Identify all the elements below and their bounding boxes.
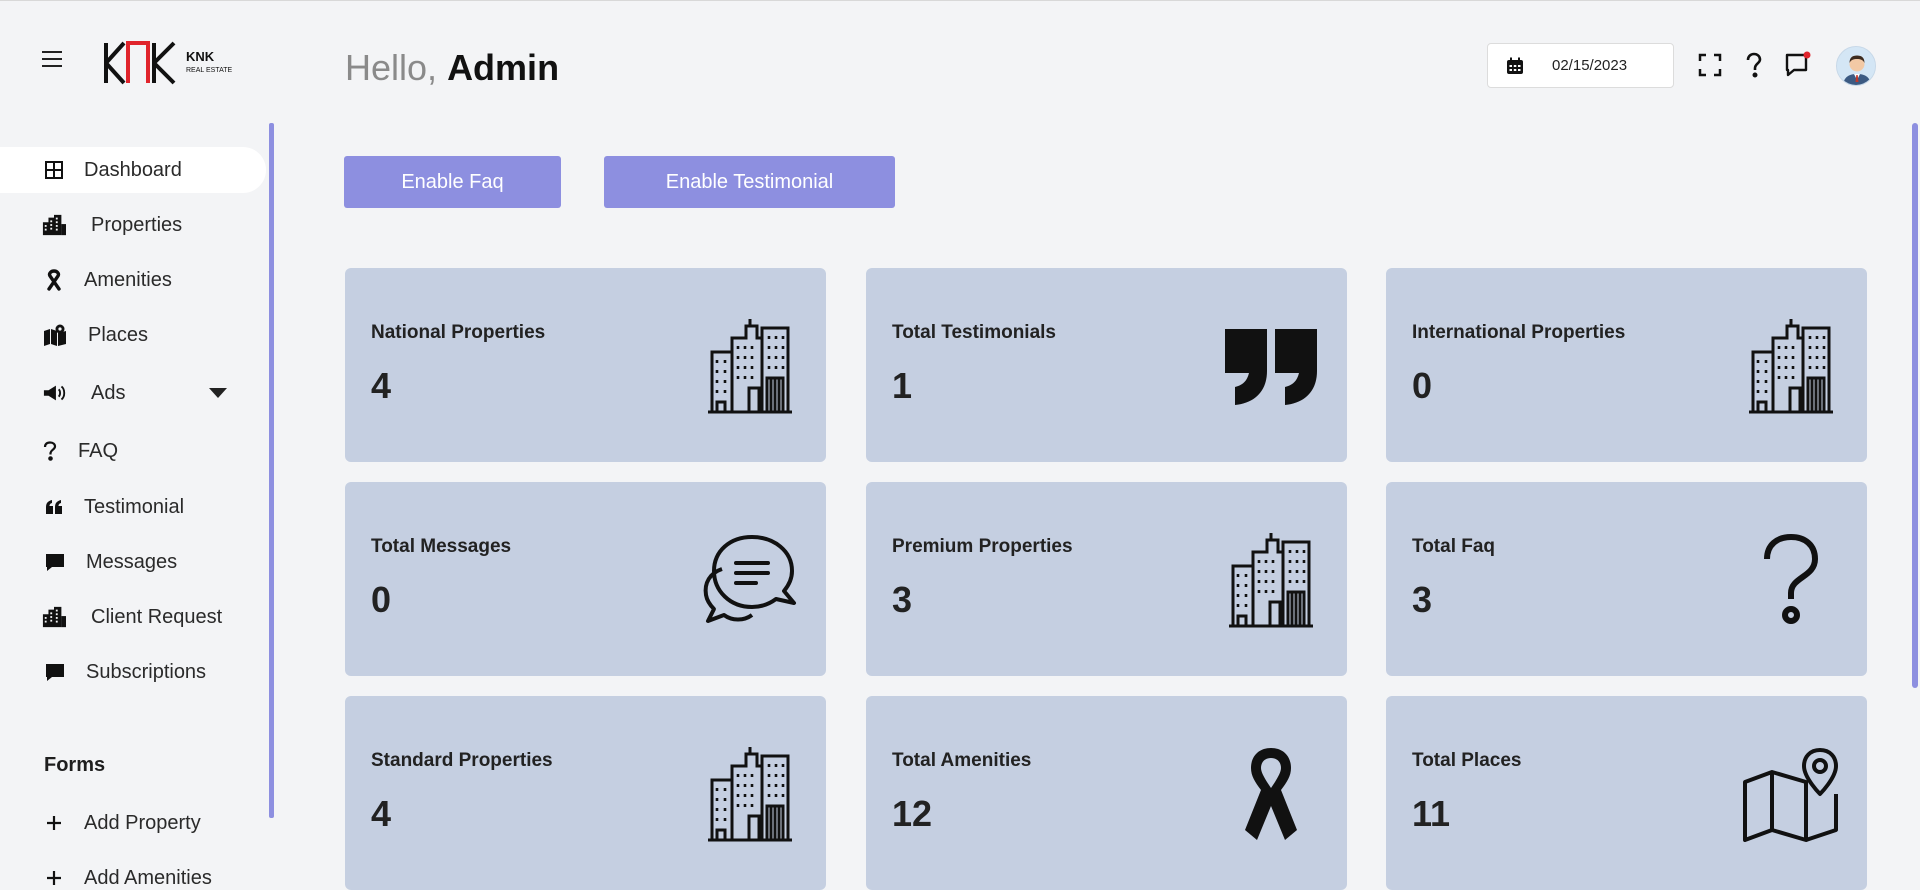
sidebar-item-label: Places [88, 323, 149, 346]
logo[interactable]: KNK REAL ESTATE [104, 39, 248, 87]
card-value: 4 [371, 365, 392, 406]
card-value: 3 [1412, 579, 1433, 620]
calendar-icon [1507, 57, 1523, 74]
card-value: 3 [892, 579, 913, 620]
sidebar-scrollbar[interactable] [269, 123, 274, 818]
sidebar-item-label: FAQ [78, 439, 119, 462]
sidebar-item-faq[interactable]: FAQ [0, 428, 266, 474]
card-title: Premium Properties [892, 536, 1073, 557]
forms-section-title: Forms [44, 754, 106, 776]
greeting-prefix: Hello, [345, 47, 438, 88]
logo-subtext: REAL ESTATE [186, 67, 232, 74]
greeting-name: Admin [447, 47, 560, 88]
enable-testimonial-button[interactable]: Enable Testimonial [604, 156, 895, 208]
avatar[interactable] [1836, 46, 1876, 86]
card-title: Total Messages [371, 536, 512, 557]
sidebar-item-messages[interactable]: Messages [0, 539, 266, 585]
logo-text: KNK [186, 49, 215, 64]
date-value: 02/15/2023 [1552, 57, 1628, 74]
card-title: International Properties [1412, 322, 1626, 343]
sidebar-item-testimonial[interactable]: Testimonial [0, 484, 266, 530]
notifications-icon[interactable] [1784, 51, 1812, 79]
sidebar-item-ads[interactable]: Ads [0, 370, 266, 416]
building-icon [1221, 530, 1321, 630]
enable-faq-button[interactable]: Enable Faq [344, 156, 561, 208]
page-greeting: Hello, Admin [345, 47, 559, 89]
sidebar-item-label: Properties [91, 213, 183, 236]
card-value: 1 [892, 365, 913, 406]
card-title: National Properties [371, 322, 546, 343]
sidebar-item-client-request[interactable]: Client Request [0, 594, 266, 640]
quote-icon [1221, 316, 1321, 416]
sidebar-item-label: Amenities [84, 268, 172, 291]
sidebar-item-amenities[interactable]: Amenities [0, 257, 266, 303]
stat-card-total-faq[interactable]: Total Faq 3 [1386, 482, 1867, 676]
sidebar-item-properties[interactable]: Properties [0, 202, 266, 248]
ribbon-icon [42, 268, 66, 292]
map-pin-icon [1741, 744, 1841, 844]
card-value: 12 [892, 793, 933, 834]
building-icon [1741, 316, 1841, 416]
stat-card-total-messages[interactable]: Total Messages 0 [345, 482, 826, 676]
plus-icon [42, 811, 66, 835]
question-icon [1741, 530, 1841, 630]
stat-card-premium-properties[interactable]: Premium Properties 3 [866, 482, 1347, 676]
building-icon [42, 213, 66, 237]
card-value: 11 [1412, 793, 1451, 834]
sidebar-item-label: Messages [86, 550, 178, 573]
dashboard-icon [42, 158, 66, 182]
card-value: 4 [371, 793, 392, 834]
sidebar-item-label: Add Property [84, 811, 201, 834]
stat-card-standard-properties[interactable]: Standard Properties 4 [345, 696, 826, 890]
card-title: Total Places [1412, 750, 1522, 771]
sidebar-item-places[interactable]: Places [0, 312, 266, 358]
sidebar-item-label: Ads [91, 381, 126, 404]
sidebar-item-add-property[interactable]: Add Property [0, 800, 266, 846]
sidebar-item-subscriptions[interactable]: Subscriptions [0, 649, 266, 695]
card-title: Total Amenities [892, 750, 1032, 771]
menu-toggle-icon[interactable] [42, 51, 62, 67]
sidebar-item-label: Add Amenities [84, 866, 212, 889]
sidebar-item-label: Testimonial [84, 495, 185, 518]
sidebar-item-label: Client Request [91, 605, 223, 628]
ribbon-icon [1221, 744, 1321, 844]
help-icon[interactable] [1740, 51, 1768, 79]
stat-card-national-properties[interactable]: National Properties 4 [345, 268, 826, 462]
card-title: Total Faq [1412, 536, 1496, 557]
fullscreen-icon[interactable] [1696, 51, 1724, 79]
message-icon [43, 550, 67, 574]
building-icon [42, 605, 66, 629]
stat-card-total-amenities[interactable]: Total Amenities 12 [866, 696, 1347, 890]
sidebar-item-add-amenities[interactable]: Add Amenities [0, 855, 266, 890]
main-scrollbar[interactable] [1912, 123, 1918, 688]
card-title: Total Testimonials [892, 322, 1056, 343]
chat-bubbles-icon [700, 530, 800, 630]
chevron-down-icon[interactable] [209, 388, 227, 398]
message-icon [43, 660, 67, 684]
stat-card-total-testimonials[interactable]: Total Testimonials 1 [866, 268, 1347, 462]
building-icon [700, 744, 800, 844]
sidebar-item-label: Subscriptions [86, 660, 207, 683]
card-value: 0 [371, 579, 392, 620]
stat-card-international-properties[interactable]: International Properties 0 [1386, 268, 1867, 462]
card-value: 0 [1412, 365, 1433, 406]
plus-icon [42, 866, 66, 890]
stat-card-total-places[interactable]: Total Places 11 [1386, 696, 1867, 890]
sidebar-item-label: Dashboard [84, 158, 182, 181]
building-icon [700, 316, 800, 416]
map-icon [43, 323, 67, 347]
question-icon [38, 439, 62, 463]
megaphone-icon [43, 381, 67, 405]
card-title: Standard Properties [371, 750, 553, 771]
date-picker[interactable]: 02/15/2023 [1487, 43, 1674, 88]
quote-icon [42, 495, 66, 519]
sidebar-item-dashboard[interactable]: Dashboard [0, 147, 266, 193]
